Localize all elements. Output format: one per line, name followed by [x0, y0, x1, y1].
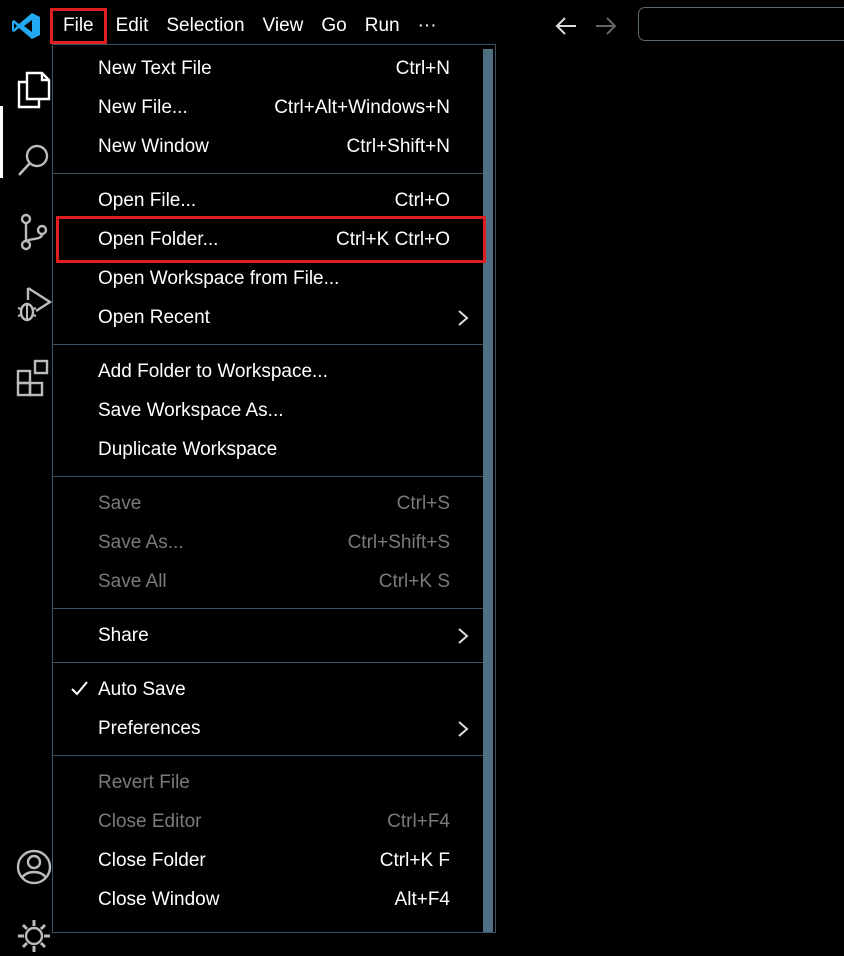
navigation-arrows [554, 12, 618, 40]
menu-item-label: Close Window [98, 888, 220, 910]
menu-separator [53, 344, 483, 345]
menu-more[interactable]: ··· [409, 8, 446, 44]
chevron-right-icon [458, 310, 469, 326]
menu-item-shortcut: Ctrl+N [395, 57, 450, 79]
menu-selection[interactable]: Selection [157, 8, 253, 44]
menu-bar: File Edit Selection View Go Run ··· [50, 6, 446, 46]
menu-item-shortcut: Ctrl+Shift+N [346, 135, 450, 157]
menu-item-shortcut: Ctrl+O [394, 189, 450, 211]
menu-item-close-window[interactable]: Close Window Alt+F4 [53, 880, 495, 919]
menu-item-label: Open Workspace from File... [98, 267, 340, 289]
menu-item-save: Save Ctrl+S [53, 484, 495, 523]
menu-separator [53, 755, 483, 756]
command-center-search[interactable] [638, 7, 844, 41]
menu-item-shortcut: Ctrl+Shift+S [347, 531, 450, 553]
menu-item-label: Save As... [98, 531, 184, 553]
chevron-right-icon [458, 721, 469, 737]
menu-item-label: Preferences [98, 717, 201, 739]
menu-group: New Text File Ctrl+N New File... Ctrl+Alt+W… [53, 49, 495, 166]
menu-group: Auto Save Preferences [53, 670, 495, 748]
menu-item-shortcut: Ctrl+S [396, 492, 450, 514]
menu-item-save-workspace-as[interactable]: Save Workspace As... [53, 391, 495, 430]
menu-item-revert-file: Revert File [53, 763, 495, 802]
menu-item-label: Close Folder [98, 849, 206, 871]
menu-item-share[interactable]: Share [53, 616, 495, 655]
back-arrow-icon[interactable] [554, 12, 580, 40]
menu-item-preferences[interactable]: Preferences [53, 709, 495, 748]
menu-item-close-folder[interactable]: Close Folder Ctrl+K F [53, 841, 495, 880]
menu-item-shortcut: Ctrl+Alt+Windows+N [274, 96, 450, 118]
menu-item-new-window[interactable]: New Window Ctrl+Shift+N [53, 127, 495, 166]
activity-bar [0, 52, 54, 952]
menu-group: Add Folder to Workspace... Save Workspace… [53, 352, 495, 469]
source-control-icon[interactable] [14, 212, 54, 252]
active-indicator [0, 106, 3, 178]
check-icon [71, 681, 88, 696]
menu-item-open-recent[interactable]: Open Recent [53, 298, 495, 337]
menu-item-label: Close Editor [98, 810, 202, 832]
menu-item-close-editor: Close Editor Ctrl+F4 [53, 802, 495, 841]
settings-gear-icon[interactable] [14, 916, 54, 956]
menu-item-label: Open File... [98, 189, 197, 211]
menu-item-label: Save All [98, 570, 167, 592]
menu-separator [53, 662, 483, 663]
menu-item-label: New Text File [98, 57, 212, 79]
extensions-icon[interactable] [14, 357, 54, 397]
menu-separator [53, 476, 483, 477]
menu-group: Revert File Close Editor Ctrl+F4 Close Fold… [53, 763, 495, 919]
chevron-right-icon [458, 628, 469, 644]
menu-item-label: Save [98, 492, 142, 514]
run-debug-icon[interactable] [14, 284, 54, 324]
menu-item-new-text-file[interactable]: New Text File Ctrl+N [53, 49, 495, 88]
menu-item-open-file[interactable]: Open File... Ctrl+O [53, 181, 495, 220]
menu-go[interactable]: Go [312, 8, 355, 44]
menu-item-add-folder-to-workspace[interactable]: Add Folder to Workspace... [53, 352, 495, 391]
menu-item-new-file[interactable]: New File... Ctrl+Alt+Windows+N [53, 88, 495, 127]
menu-separator [53, 608, 483, 609]
menu-item-auto-save[interactable]: Auto Save [53, 670, 495, 709]
explorer-icon[interactable] [14, 69, 54, 109]
menu-item-duplicate-workspace[interactable]: Duplicate Workspace [53, 430, 495, 469]
menu-item-label: Revert File [98, 771, 190, 793]
menu-item-save-as: Save As... Ctrl+Shift+S [53, 523, 495, 562]
menu-item-label: Add Folder to Workspace... [98, 360, 328, 382]
menu-item-label: Open Recent [98, 306, 210, 328]
menu-view[interactable]: View [254, 8, 313, 44]
menu-file[interactable]: File [50, 8, 107, 44]
menu-item-shortcut: Ctrl+K F [379, 849, 450, 871]
menu-item-open-workspace-from-file[interactable]: Open Workspace from File... [53, 259, 495, 298]
menu-group: Share [53, 616, 495, 655]
forward-arrow-icon[interactable] [592, 12, 618, 40]
menu-group: Save Ctrl+S Save As... Ctrl+Shift+S Save All… [53, 484, 495, 601]
search-icon[interactable] [14, 140, 54, 180]
menu-run[interactable]: Run [356, 8, 409, 44]
file-menu-dropdown: New Text File Ctrl+N New File... Ctrl+Alt+W… [52, 44, 496, 933]
menu-group: Open File... Ctrl+O Open Folder... Ctrl+K C… [53, 181, 495, 337]
menu-item-label: New Window [98, 135, 209, 157]
menu-item-shortcut: Ctrl+K S [378, 570, 450, 592]
menu-item-shortcut: Ctrl+F4 [387, 810, 450, 832]
menu-item-shortcut: Alt+F4 [394, 888, 450, 910]
menu-item-label: Auto Save [98, 678, 186, 700]
menu-item-label: New File... [98, 96, 188, 118]
highlight-box [56, 216, 486, 263]
vscode-logo-icon [12, 13, 40, 39]
menu-item-label: Share [98, 624, 149, 646]
menu-edit[interactable]: Edit [107, 8, 158, 44]
menu-item-save-all: Save All Ctrl+K S [53, 562, 495, 601]
menu-item-open-folder[interactable]: Open Folder... Ctrl+K Ctrl+O [53, 216, 495, 263]
menu-item-label: Save Workspace As... [98, 399, 284, 421]
menu-separator [53, 173, 483, 174]
account-icon[interactable] [14, 847, 54, 887]
menu-item-label: Duplicate Workspace [98, 438, 278, 460]
